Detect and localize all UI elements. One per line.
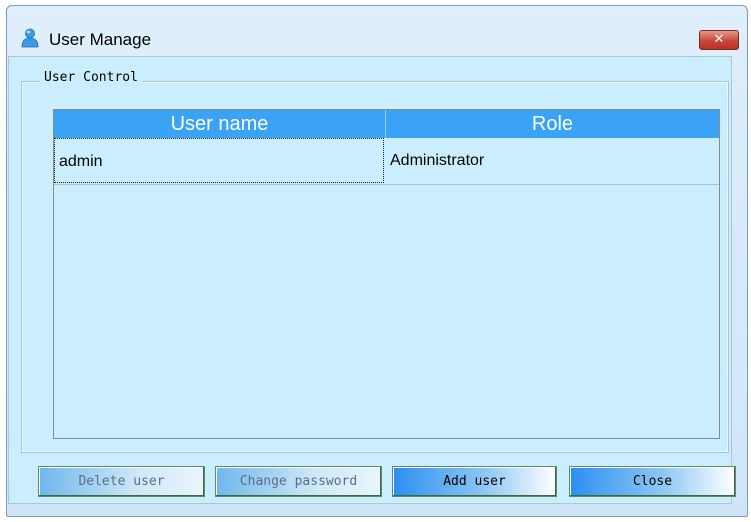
user-grid[interactable]: User name Role admin Administrator [53,109,720,439]
window-title: User Manage [49,30,152,49]
add-user-button[interactable]: Add user [392,466,557,497]
change-password-button[interactable]: Change password [215,466,382,497]
column-header-username[interactable]: User name [54,110,386,138]
user-icon [21,28,39,48]
close-window-button[interactable]: ✕ [699,30,739,50]
cell-role[interactable]: Administrator [387,138,717,183]
column-header-role[interactable]: Role [386,110,719,138]
title-bar[interactable]: User Manage ✕ [7,6,747,62]
close-icon: ✕ [713,32,725,47]
group-label: User Control [40,70,142,85]
grid-header: User name Role [54,110,719,138]
table-row[interactable]: admin Administrator [54,138,719,185]
cell-username[interactable]: admin [54,138,384,183]
close-button[interactable]: Close [569,466,736,497]
delete-user-button[interactable]: Delete user [38,466,205,497]
